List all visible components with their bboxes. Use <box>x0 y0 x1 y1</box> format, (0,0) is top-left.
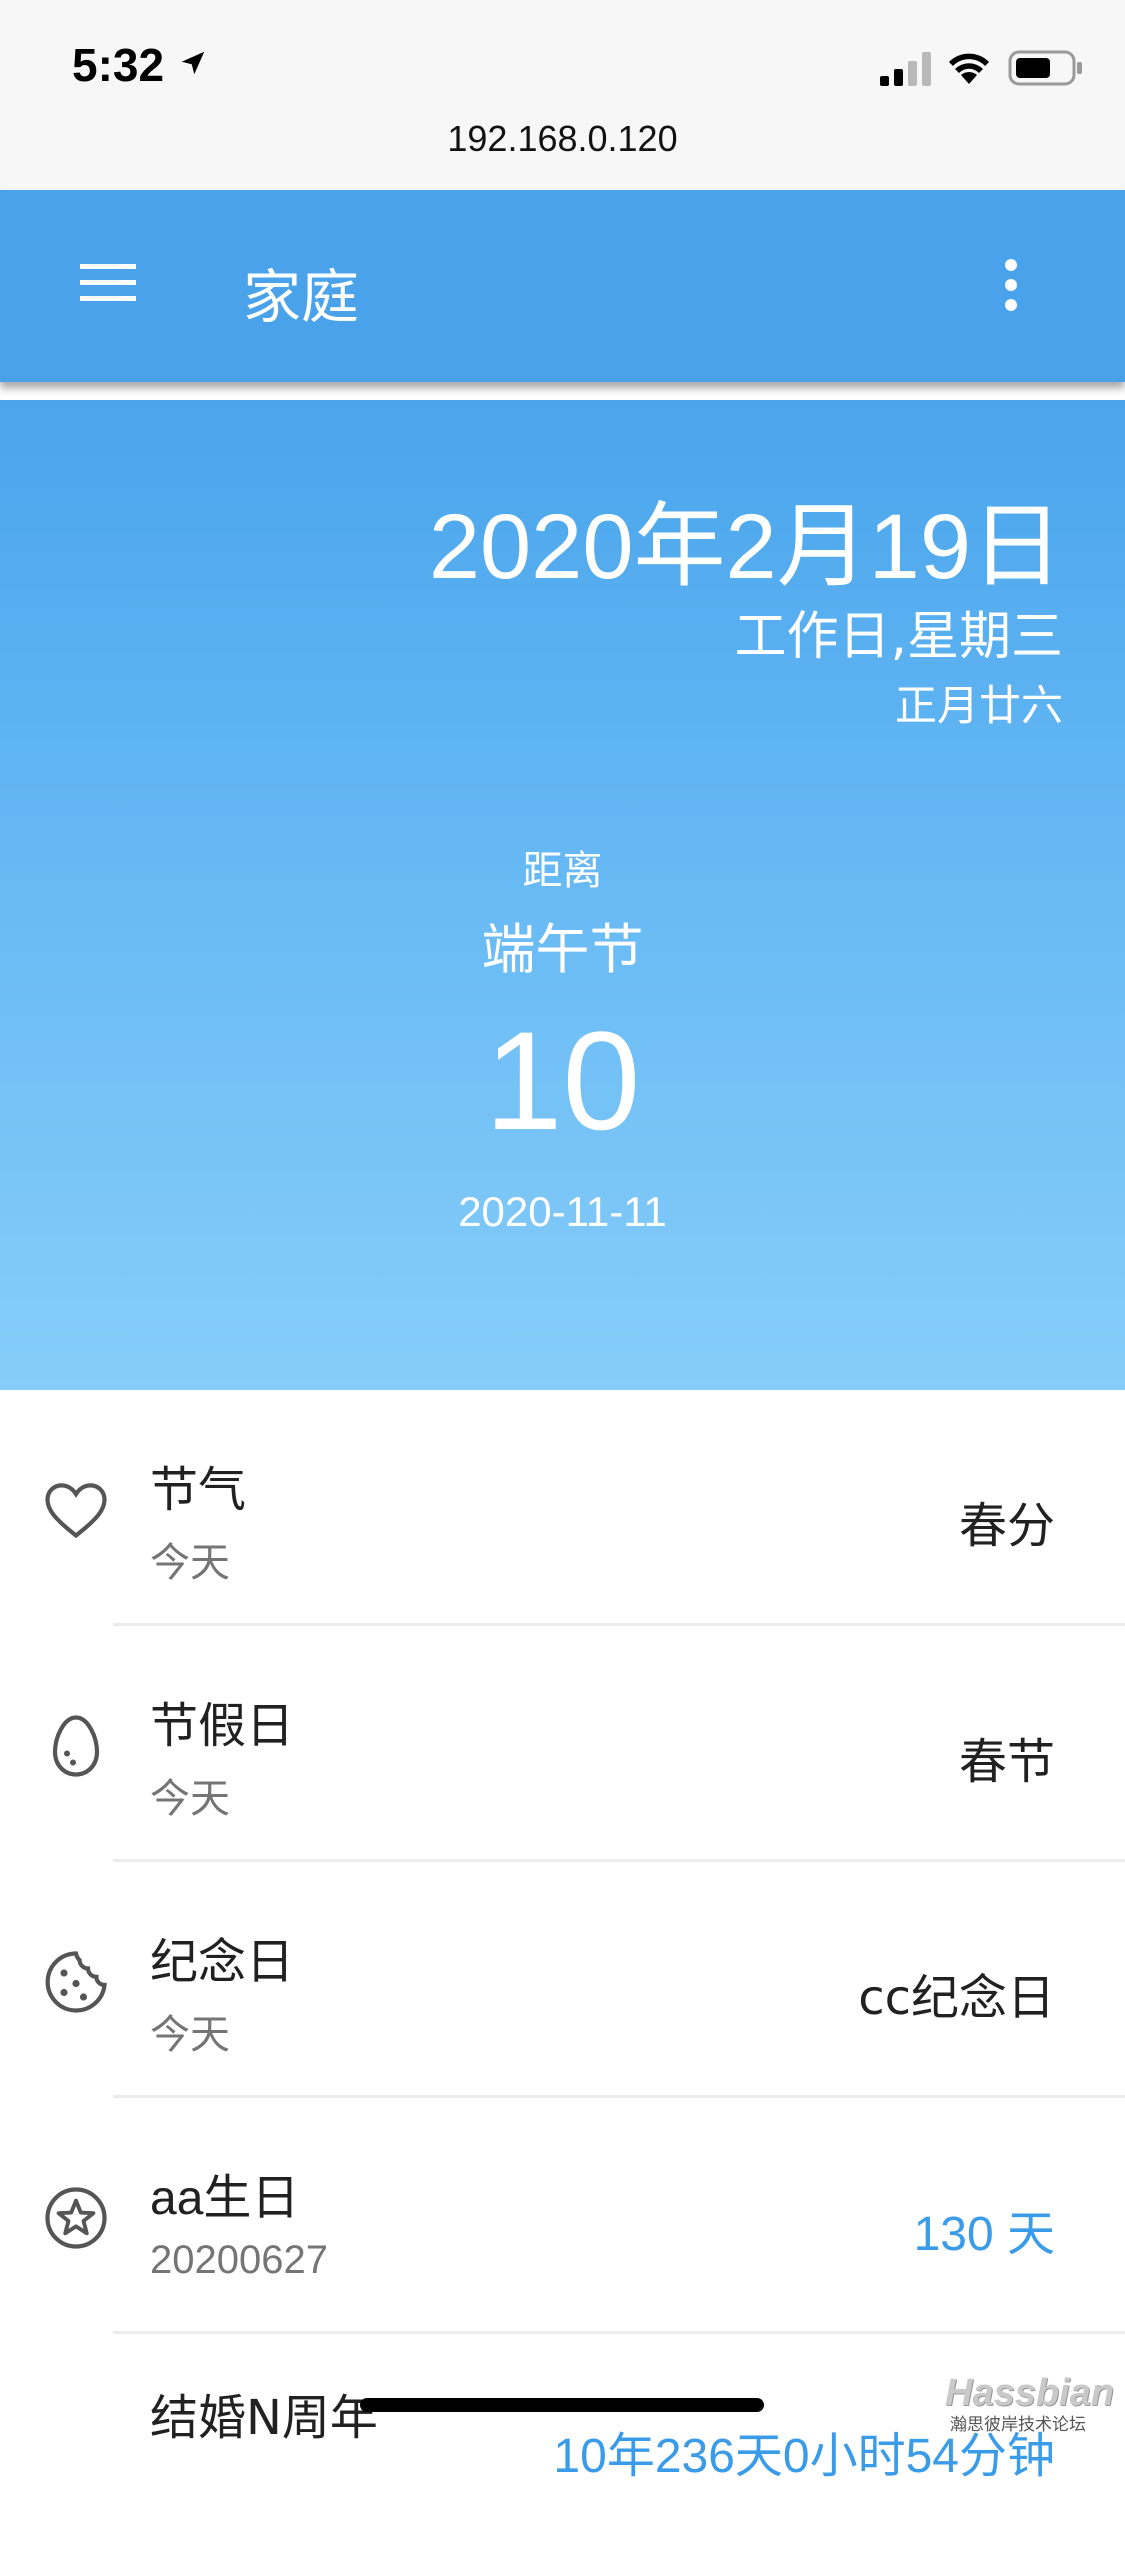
status-time: 5:32 <box>72 39 165 91</box>
item-value: 春分 <box>958 1498 1055 1554</box>
location-arrow-icon <box>181 51 205 75</box>
egg-outline-icon <box>52 1715 100 1777</box>
toolbar-title: 家庭 <box>243 263 360 331</box>
list-item-solar-term[interactable]: 节气 今天 春分 <box>0 1390 1125 1626</box>
distance-label: 距离 <box>522 848 603 894</box>
target-date: 2020-11-11 <box>458 1188 667 1235</box>
hamburger-menu-icon[interactable] <box>80 262 136 304</box>
star-circle-outline-icon <box>45 2187 107 2249</box>
list-item-wedding-anniversary[interactable]: 结婚N周年 10年236天0小时54分钟 <box>0 2334 1125 2570</box>
item-subtitle: 今天 <box>150 1776 230 1822</box>
item-title: aa生日 <box>150 2172 300 2225</box>
next-festival-name: 端午节 <box>481 918 644 981</box>
weekday-label: 工作日,星期三 <box>734 607 1063 667</box>
browser-url[interactable]: 192.168.0.120 <box>0 118 1125 160</box>
cellular-signal-icon <box>880 52 931 86</box>
heart-outline-icon <box>45 1483 107 1539</box>
item-value: 春节 <box>958 1734 1055 1790</box>
app-toolbar: 家庭 <box>0 190 1125 382</box>
list-item-holiday[interactable]: 节假日 今天 春节 <box>0 1626 1125 1862</box>
home-indicator[interactable] <box>360 2398 764 2412</box>
current-date: 2020年2月19日 <box>428 496 1063 598</box>
lunar-date: 正月廿六 <box>894 681 1063 730</box>
item-value: 130 天 <box>913 2208 1055 2261</box>
cookie-outline-icon <box>45 1951 107 2013</box>
item-title: 节假日 <box>150 1698 295 1754</box>
watermark-logo: Hassbian <box>945 2372 1114 2414</box>
wifi-icon <box>949 53 989 84</box>
browser-status-bar: 5:32 192.168.0.120 <box>0 0 1125 191</box>
item-value: cc纪念日 <box>858 1970 1055 2026</box>
more-vert-icon[interactable] <box>1003 258 1019 312</box>
item-title: 结婚N周年 <box>150 2390 378 2446</box>
item-subtitle: 今天 <box>150 2012 230 2058</box>
watermark-caption: 瀚思彼岸技术论坛 <box>950 2415 1086 2435</box>
list-item-anniversary[interactable]: 纪念日 今天 cc纪念日 <box>0 1862 1125 2098</box>
list-item-birthday[interactable]: aa生日 20200627 130 天 <box>0 2098 1125 2334</box>
item-title: 节气 <box>150 1462 247 1518</box>
item-subtitle: 20200627 <box>150 2238 328 2282</box>
item-subtitle: 今天 <box>150 1540 230 1586</box>
date-hero-card: 2020年2月19日 工作日,星期三 正月廿六 距离 端午节 10 2020-1… <box>0 400 1125 1390</box>
battery-icon <box>1008 50 1082 86</box>
days-countdown: 10 <box>484 1002 641 1159</box>
item-title: 纪念日 <box>150 1934 295 1990</box>
